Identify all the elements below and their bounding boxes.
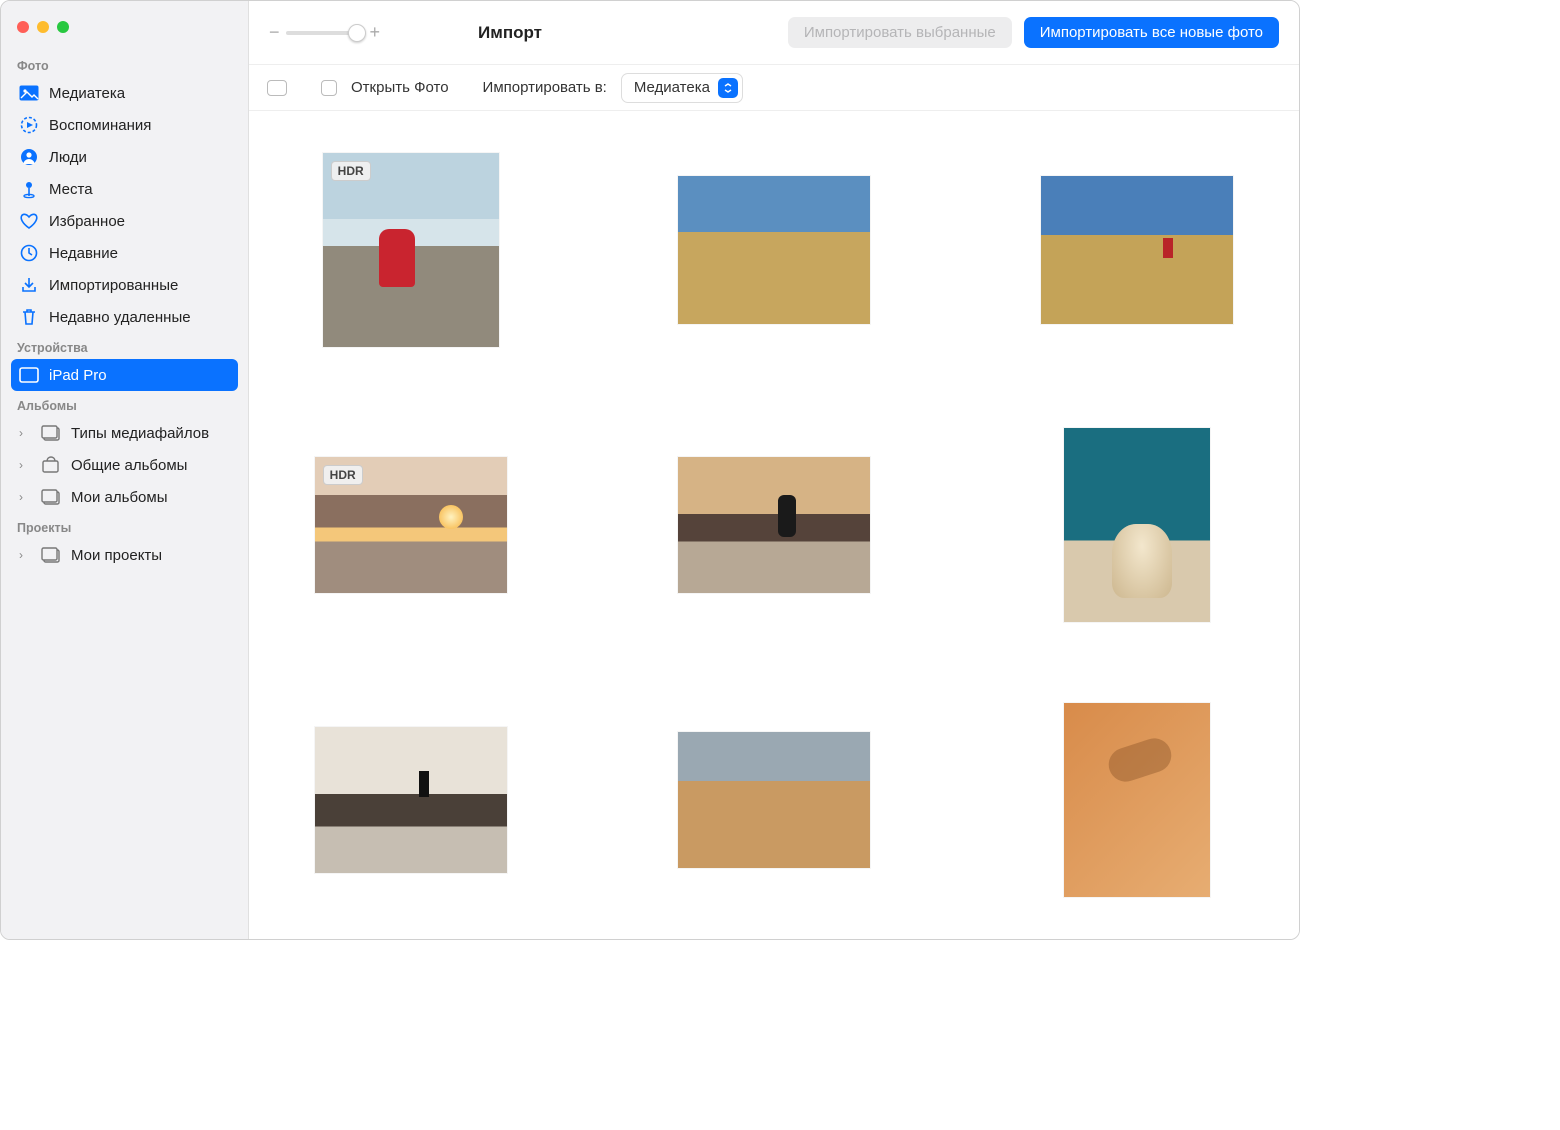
photo-thumbnail[interactable] [1064, 703, 1210, 897]
sidebar-item-label: Воспоминания [49, 117, 151, 134]
sidebar-item-library[interactable]: Медиатека [11, 77, 238, 109]
sidebar-item-device-ipad[interactable]: iPad Pro [11, 359, 238, 391]
close-window-button[interactable] [17, 21, 29, 33]
sidebar-item-imported[interactable]: Импортированные [11, 269, 238, 301]
sidebar-item-label: Типы медиафайлов [71, 425, 209, 442]
sidebar-item-label: Импортированные [49, 277, 178, 294]
photo-thumbnail[interactable] [678, 176, 870, 324]
sidebar-item-media-types[interactable]: › Типы медиафайлов [11, 417, 238, 449]
photo-thumbnail[interactable]: HDR [323, 153, 499, 347]
album-icon [41, 545, 61, 565]
shared-album-icon [41, 455, 61, 475]
sidebar-item-shared-albums[interactable]: › Общие альбомы [11, 449, 238, 481]
album-icon [41, 423, 61, 443]
sidebar-item-label: Люди [49, 149, 87, 166]
sidebar-item-places[interactable]: Места [11, 173, 238, 205]
zoom-in-button[interactable]: + [370, 22, 381, 43]
sidebar-item-label: Мои альбомы [71, 489, 168, 506]
photo-thumbnail[interactable] [315, 727, 507, 873]
sidebar-item-label: Общие альбомы [71, 457, 187, 474]
ipad-icon [19, 365, 39, 385]
places-icon [19, 179, 39, 199]
clock-icon [19, 243, 39, 263]
photo-thumbnail[interactable] [1041, 176, 1233, 324]
sidebar-item-label: iPad Pro [49, 367, 107, 384]
sidebar-item-recent[interactable]: Недавние [11, 237, 238, 269]
chevron-right-icon: › [19, 548, 29, 562]
hdr-badge: HDR [331, 161, 371, 181]
heart-icon [19, 211, 39, 231]
main-content: − + Импорт Импортировать выбранные Импор… [249, 1, 1299, 939]
sidebar-item-my-albums[interactable]: › Мои альбомы [11, 481, 238, 513]
sidebar-item-label: Недавние [49, 245, 118, 262]
sidebar-section-photos: Фото [11, 51, 238, 77]
sidebar-item-memories[interactable]: Воспоминания [11, 109, 238, 141]
app-window: Фото Медиатека Воспоминания Люди Места [0, 0, 1300, 940]
sidebar-item-people[interactable]: Люди [11, 141, 238, 173]
sidebar-section-albums: Альбомы [11, 391, 238, 417]
hdr-badge: HDR [323, 465, 363, 485]
import-all-button[interactable]: Импортировать все новые фото [1024, 17, 1279, 48]
chevron-right-icon: › [19, 490, 29, 504]
open-photos-checkbox[interactable] [321, 80, 337, 96]
import-icon [19, 275, 39, 295]
trash-icon [19, 307, 39, 327]
sidebar-item-my-projects[interactable]: › Мои проекты [11, 539, 238, 571]
photo-thumbnail[interactable] [678, 457, 870, 593]
chevron-right-icon: › [19, 426, 29, 440]
photo-grid: HDR HDR [249, 111, 1299, 939]
open-photos-label: Открыть Фото [351, 79, 449, 96]
sidebar-item-label: Избранное [49, 213, 125, 230]
photo-thumbnail[interactable] [1064, 428, 1210, 622]
sidebar: Фото Медиатека Воспоминания Люди Места [1, 1, 249, 939]
photo-thumbnail[interactable]: HDR [315, 457, 507, 593]
people-icon [19, 147, 39, 167]
import-to-dropdown[interactable]: Медиатека [621, 73, 743, 103]
sidebar-item-recently-deleted[interactable]: Недавно удаленные [11, 301, 238, 333]
import-to-label: Импортировать в: [483, 79, 607, 96]
photo-thumbnail[interactable] [678, 732, 870, 868]
select-all-checkbox[interactable] [267, 80, 287, 96]
import-to-value: Медиатека [634, 79, 710, 96]
sidebar-item-label: Недавно удаленные [49, 309, 191, 326]
minimize-window-button[interactable] [37, 21, 49, 33]
sidebar-item-favorites[interactable]: Избранное [11, 205, 238, 237]
chevron-right-icon: › [19, 458, 29, 472]
fullscreen-window-button[interactable] [57, 21, 69, 33]
page-title: Импорт [478, 23, 542, 43]
window-controls [11, 15, 238, 51]
sidebar-item-label: Места [49, 181, 93, 198]
album-icon [41, 487, 61, 507]
import-selected-button[interactable]: Импортировать выбранные [788, 17, 1012, 48]
sidebar-section-projects: Проекты [11, 513, 238, 539]
sidebar-item-label: Мои проекты [71, 547, 162, 564]
chevron-down-icon [718, 78, 738, 98]
zoom-control: − + [269, 22, 380, 43]
zoom-out-button[interactable]: − [269, 22, 280, 43]
sidebar-item-label: Медиатека [49, 85, 125, 102]
zoom-slider-knob[interactable] [348, 24, 366, 42]
import-options-bar: Открыть Фото Импортировать в: Медиатека [249, 65, 1299, 111]
zoom-slider[interactable] [286, 31, 364, 35]
toolbar: − + Импорт Импортировать выбранные Импор… [249, 1, 1299, 65]
library-icon [19, 83, 39, 103]
memories-icon [19, 115, 39, 135]
sidebar-section-devices: Устройства [11, 333, 238, 359]
